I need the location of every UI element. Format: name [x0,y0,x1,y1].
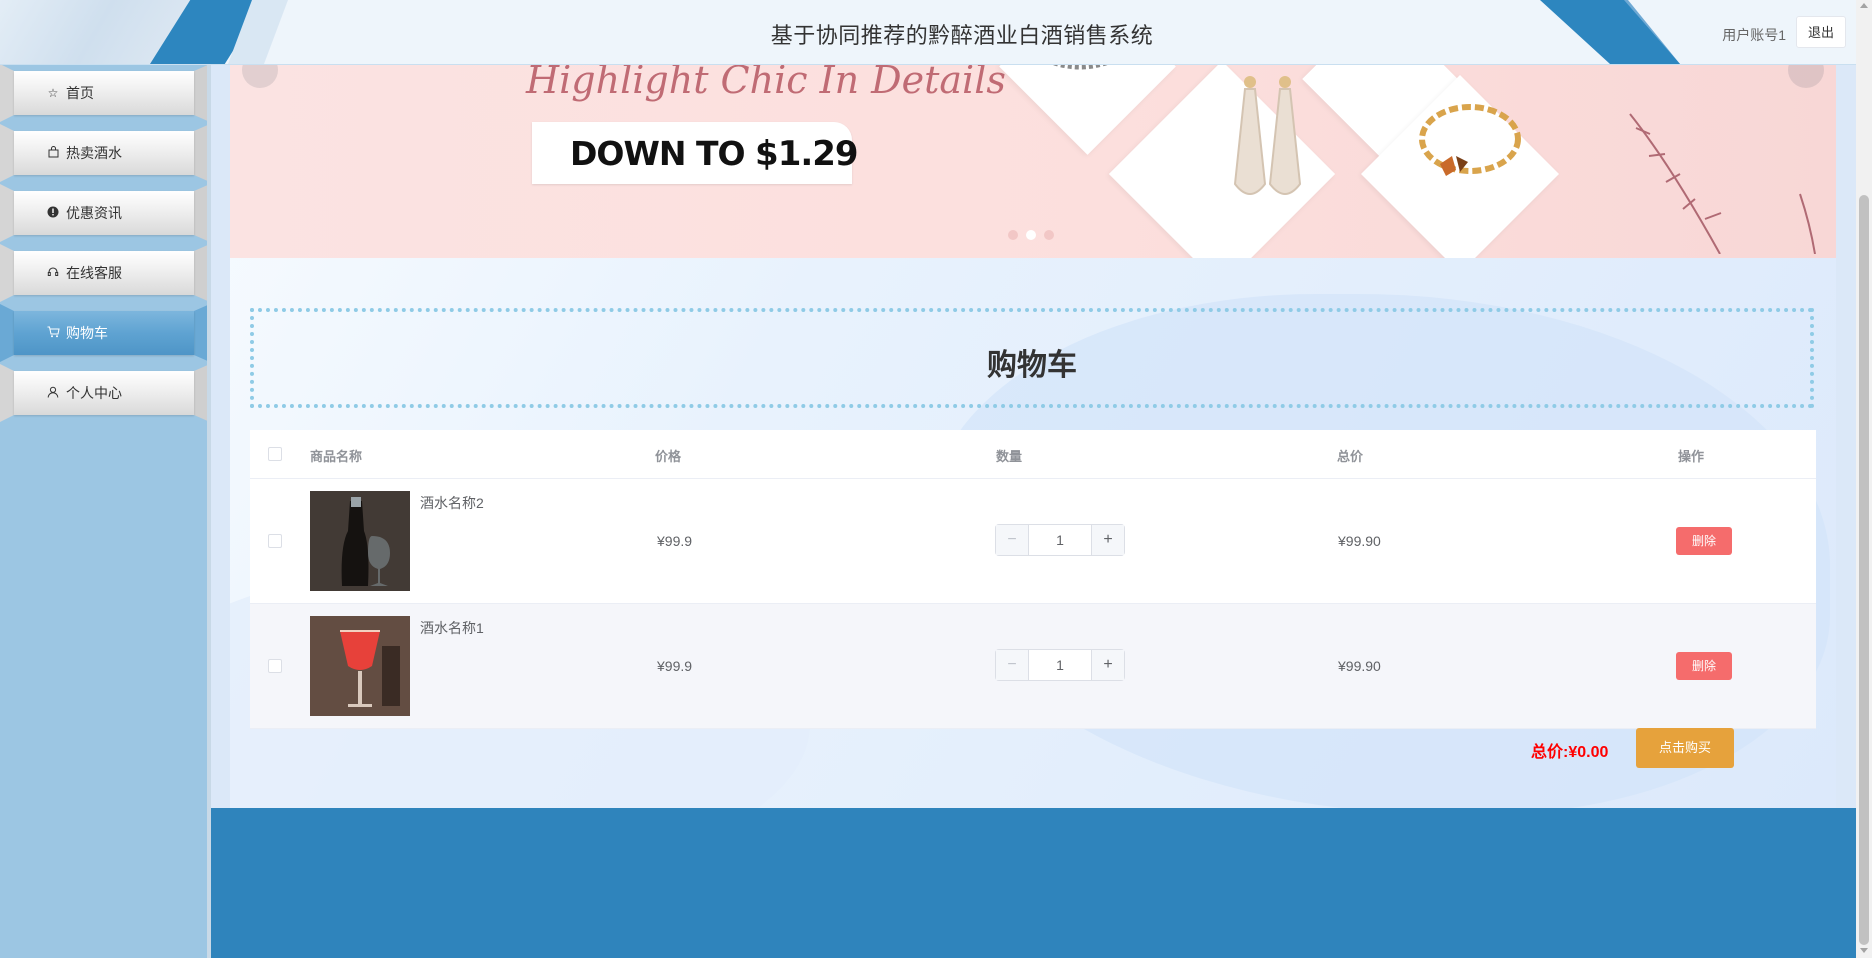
carousel-dot-active[interactable] [1026,230,1036,240]
row-total: ¥99.90 [1338,658,1381,674]
sidebar-item-cart[interactable]: 购物车 [0,304,211,364]
logout-button[interactable]: 退出 [1796,16,1846,48]
product-name[interactable]: 酒水名称1 [420,618,484,638]
select-all-checkbox[interactable] [268,447,282,461]
column-header-action: 操作 [1678,449,1705,464]
scroll-up-arrow-icon[interactable] [1860,3,1868,8]
sidebar-item-profile[interactable]: 个人中心 [0,364,211,424]
sidebar-item-label: 首页 [66,85,94,101]
increase-button[interactable]: + [1091,525,1124,555]
cart-table: 商品名称 价格 数量 总价 操作 酒水名称2 ¥99.9 − 1 + ¥99.9… [250,430,1816,729]
carousel-dot[interactable] [1008,230,1018,240]
main-area: Highlight Chic In Details DOWN TO $1.29 [211,0,1856,958]
branch-decoration [1629,113,1816,254]
cart-title-box: 购物车 [250,308,1814,408]
product-thumbnail[interactable] [310,491,410,591]
sidebar-item-label: 购物车 [66,325,108,341]
product-name[interactable]: 酒水名称2 [420,493,484,513]
user-icon [46,386,60,401]
row-checkbox[interactable] [268,659,282,673]
delete-button[interactable]: 删除 [1676,652,1732,680]
star-icon: ☆ [47,86,59,100]
carousel-indicators [1008,230,1054,240]
app-title: 基于协同推荐的黔醉酒业白酒销售系统 [770,23,1154,48]
table-header: 商品名称 价格 数量 总价 操作 [250,430,1816,479]
product-price: ¥99.9 [657,533,693,549]
quantity-input[interactable]: 1 [1029,650,1091,680]
footer [211,808,1856,958]
product-price: ¥99.9 [657,658,693,674]
scrollbar-thumb[interactable] [1859,195,1869,945]
sidebar-item-label: 热卖酒水 [66,145,122,161]
shopping-bag-icon [46,145,60,161]
sidebar-item-online-service[interactable]: 在线客服 [0,244,211,304]
headset-icon [46,266,60,281]
sidebar-item-home[interactable]: ☆ 首页 [0,64,211,124]
username-label: 用户账号1 [1722,27,1786,43]
table-row: 酒水名称2 ¥99.9 − 1 + ¥99.90 删除 [250,479,1816,604]
decrease-button[interactable]: − [996,650,1029,680]
row-checkbox[interactable] [268,534,282,548]
page-title: 购物车 [987,349,1077,382]
quantity-stepper: − 1 + [995,649,1125,681]
carousel-dot[interactable] [1044,230,1054,240]
column-header-name: 商品名称 [310,449,363,464]
sidebar-item-label: 优惠资讯 [66,205,122,221]
sidebar-item-hot-liquor[interactable]: 热卖酒水 [0,124,211,184]
quantity-stepper: − 1 + [995,524,1125,556]
info-circle-icon [46,206,60,221]
sidebar-item-label: 在线客服 [66,265,122,281]
sidebar-item-promotions[interactable]: 优惠资讯 [0,184,211,244]
table-row: 酒水名称1 ¥99.9 − 1 + ¥99.90 删除 [250,604,1816,729]
banner-prev-arrow[interactable] [242,64,278,88]
sidebar: ☆ 首页 热卖酒水 优惠资讯 在线客服 购物车 个人中心 [0,0,211,958]
cart-total: 总价:¥0.00 [1531,744,1609,761]
row-total: ¥99.90 [1338,533,1381,549]
quantity-input[interactable]: 1 [1029,525,1091,555]
buy-button[interactable]: 点击购买 [1636,728,1734,768]
column-header-price: 价格 [655,449,682,464]
increase-button[interactable]: + [1091,650,1124,680]
promo-banner: Highlight Chic In Details DOWN TO $1.29 [230,64,1836,258]
sidebar-item-label: 个人中心 [66,385,122,401]
product-thumbnail[interactable] [310,616,410,716]
bracelet-image [1419,104,1521,176]
top-header: 基于协同推荐的黔醉酒业白酒销售系统 用户账号1 退出 [0,0,1856,65]
earrings-image [1233,76,1302,195]
banner-next-arrow[interactable] [1788,64,1824,88]
content-panel: Highlight Chic In Details DOWN TO $1.29 [230,64,1836,808]
delete-button[interactable]: 删除 [1676,527,1732,555]
column-header-quantity: 数量 [996,449,1023,464]
banner-script-text: Highlight Chic In Details [526,64,1006,102]
column-header-total: 总价 [1337,449,1364,464]
decrease-button[interactable]: − [996,525,1029,555]
banner-promo: DOWN TO $1.29 [570,134,859,174]
cart-icon [46,326,60,341]
page-scrollbar[interactable] [1856,0,1872,958]
scroll-down-arrow-icon[interactable] [1860,948,1868,953]
